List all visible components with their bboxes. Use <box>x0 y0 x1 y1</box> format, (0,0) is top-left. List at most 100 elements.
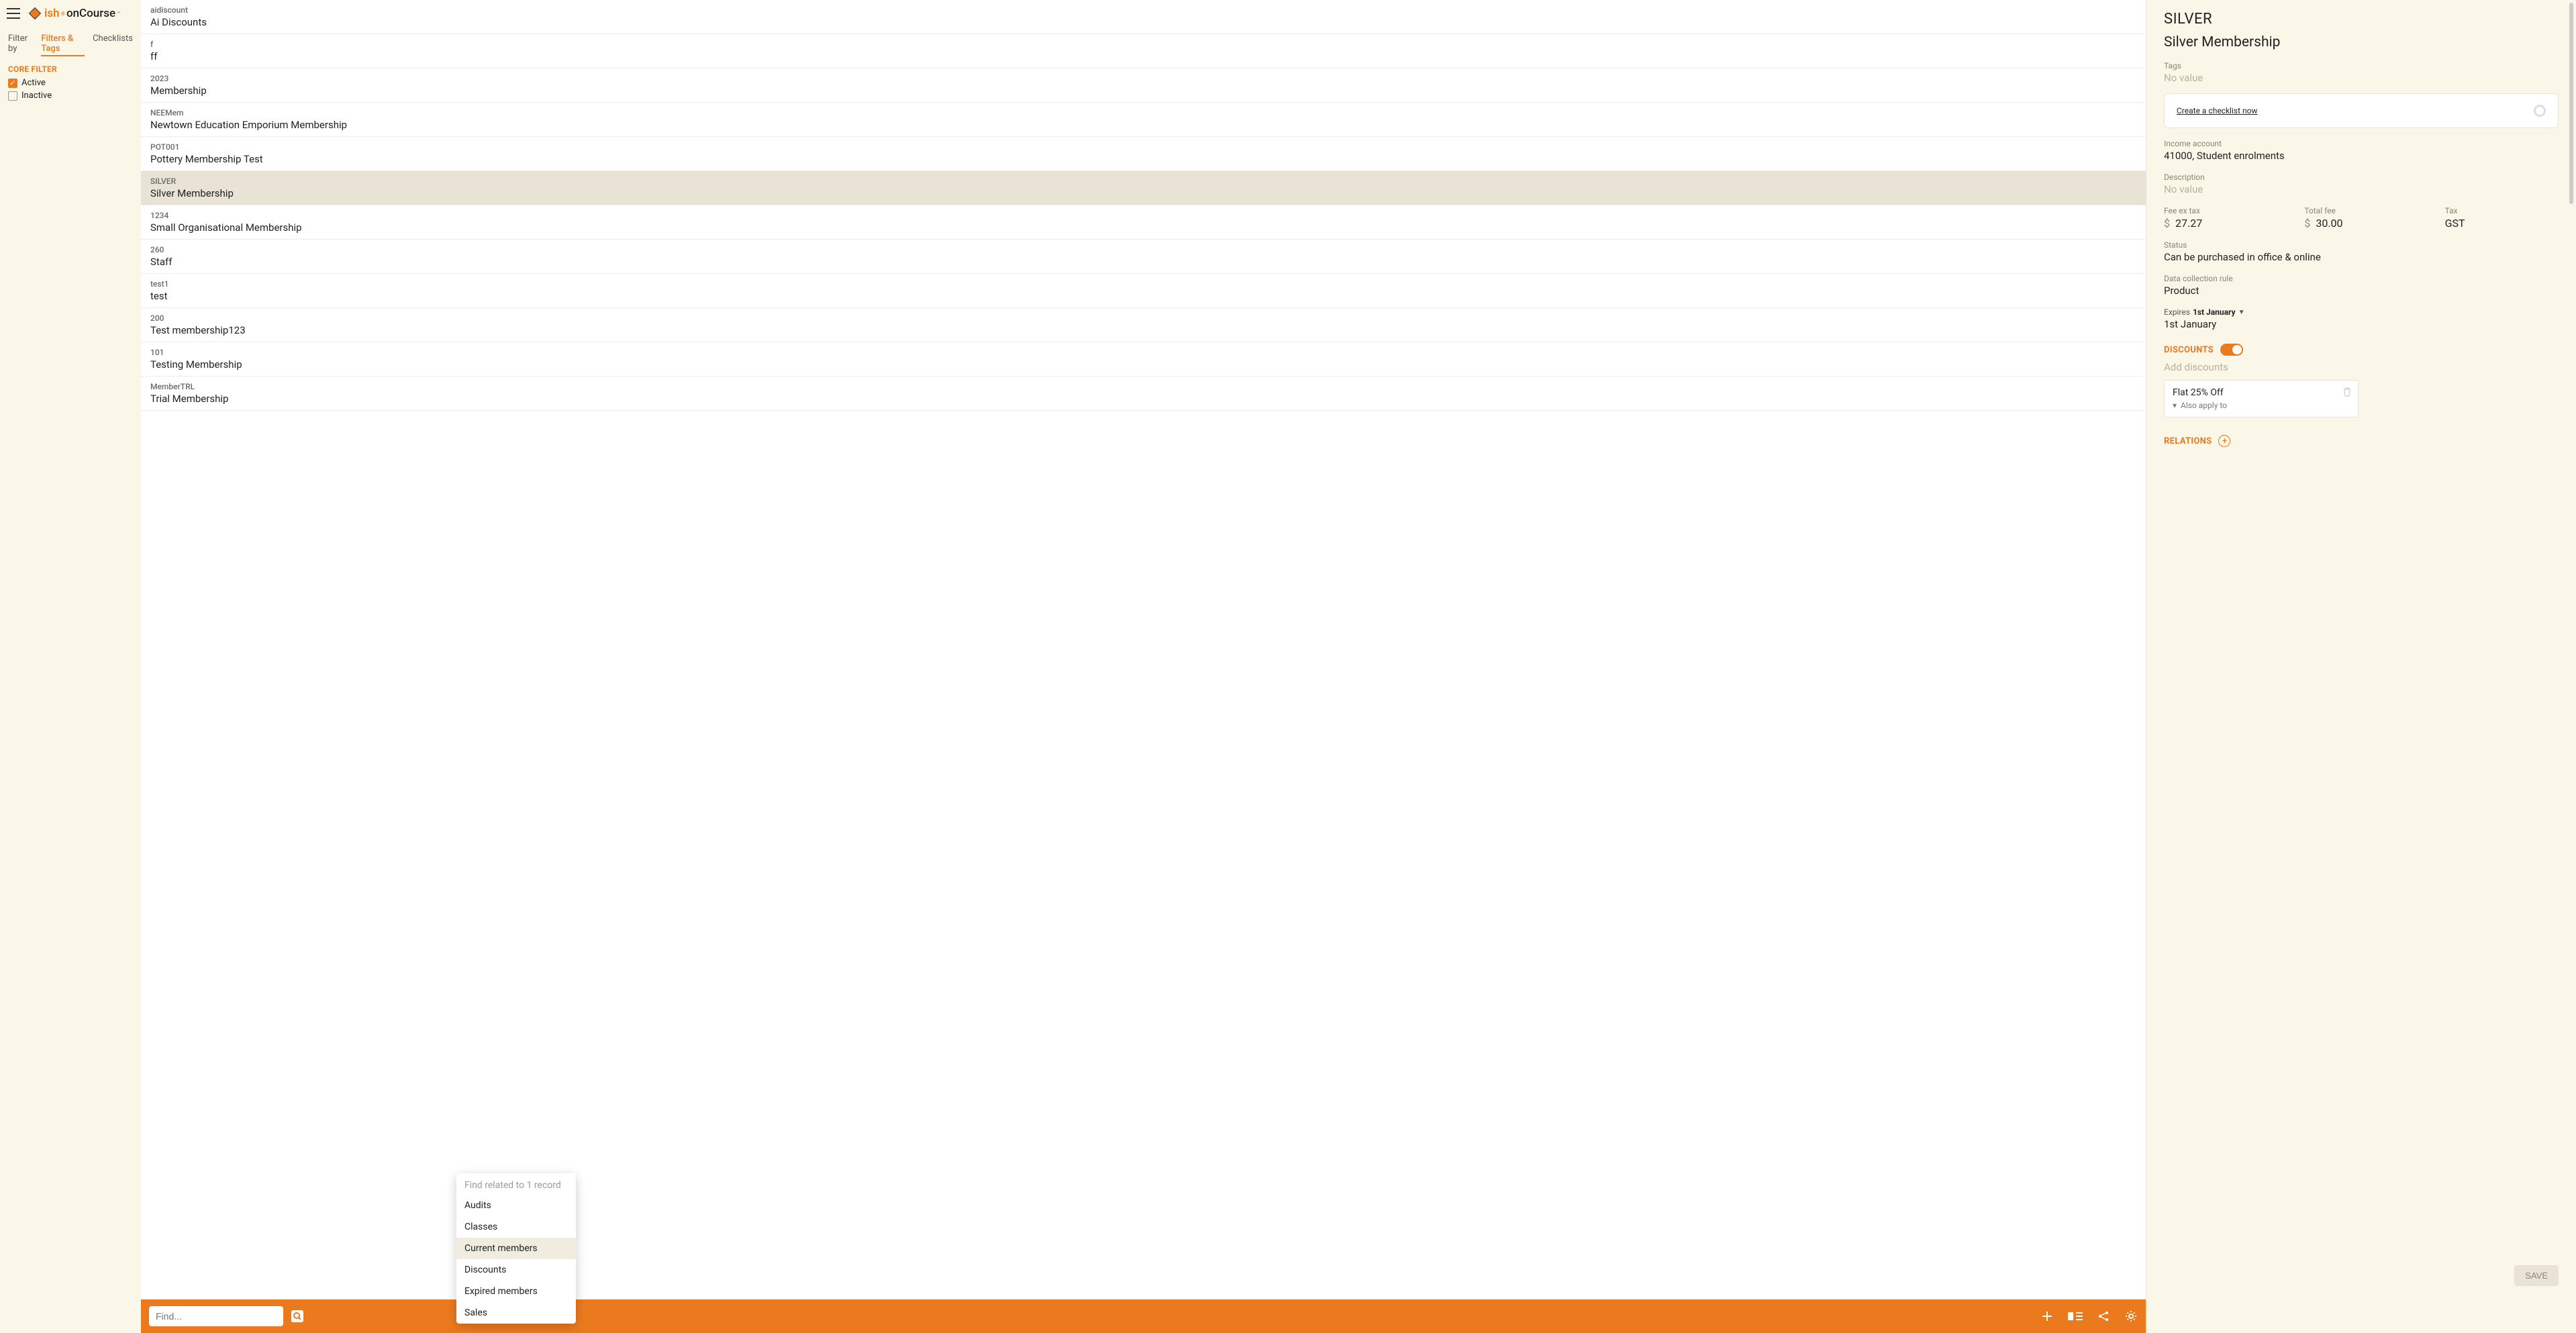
row-code: MemberTRL <box>150 382 2136 391</box>
add-discounts[interactable]: Add discounts <box>2164 361 2559 373</box>
checkbox-checked-icon[interactable]: ✓ <box>8 79 17 88</box>
detail-name: Silver Membership <box>2164 34 2559 50</box>
list-row[interactable]: NEEMem Newtown Education Emporium Members… <box>141 103 2146 137</box>
desc-label: Description <box>2164 172 2559 182</box>
share-icon[interactable] <box>2097 1310 2110 1322</box>
row-name: Trial Membership <box>150 393 2136 405</box>
membership-list: aidiscountAi Discountsfff2023MembershipN… <box>141 0 2146 1299</box>
center-column: aidiscountAi Discountsfff2023MembershipN… <box>141 0 2146 1333</box>
list-row[interactable]: aidiscountAi Discounts <box>141 0 2146 34</box>
checklist-box: Create a checklist now <box>2164 93 2559 128</box>
status-value[interactable]: Can be purchased in office & online <box>2164 251 2559 263</box>
list-row[interactable]: 1234Small Organisational Membership <box>141 205 2146 240</box>
filter-active-label: Active <box>21 78 46 88</box>
logo-icon <box>27 5 43 21</box>
add-icon[interactable] <box>2041 1310 2053 1322</box>
row-name: Testing Membership <box>150 358 2136 371</box>
expires-selector[interactable]: Expires 1st January ▼ <box>2164 307 2559 317</box>
search-wrapper <box>149 1306 283 1326</box>
row-code: SILVER <box>150 177 2136 186</box>
total-label: Total fee <box>2304 206 2418 215</box>
tab-checklists[interactable]: Checklists <box>93 34 133 56</box>
detail-code: SILVER <box>2164 11 2559 28</box>
tax-value[interactable]: GST <box>2445 217 2559 230</box>
expires-value[interactable]: 1st January <box>2164 318 2559 330</box>
popup-item[interactable]: Classes <box>456 1216 576 1238</box>
trash-icon[interactable] <box>2343 387 2351 397</box>
row-name: Small Organisational Membership <box>150 221 2136 234</box>
list-row[interactable]: test1test <box>141 274 2146 308</box>
total-value[interactable]: $30.00 <box>2304 217 2418 230</box>
row-code: f <box>150 40 2136 49</box>
list-row[interactable]: fff <box>141 34 2146 68</box>
row-name: Test membership123 <box>150 324 2136 336</box>
list-row[interactable]: SILVERSilver Membership <box>141 171 2146 205</box>
income-value[interactable]: 41000, Student enrolments <box>2164 150 2559 162</box>
row-code: NEEMem <box>150 108 2136 117</box>
row-code: POT001 <box>150 142 2136 152</box>
create-checklist-link[interactable]: Create a checklist now <box>2177 106 2257 115</box>
desc-value[interactable]: No value <box>2164 183 2559 195</box>
chevron-down-icon[interactable]: ▾ <box>2173 401 2177 410</box>
tab-filter-by[interactable]: Filter by <box>8 34 33 56</box>
fee-ex-label: Fee ex tax <box>2164 206 2277 215</box>
relations-title: RELATIONS <box>2164 436 2212 446</box>
popup-item[interactable]: Discounts <box>456 1259 576 1281</box>
row-code: 200 <box>150 313 2136 323</box>
row-code: test1 <box>150 279 2136 289</box>
row-name: test <box>150 290 2136 302</box>
list-row[interactable]: 101Testing Membership <box>141 342 2146 377</box>
dcr-value[interactable]: Product <box>2164 285 2559 297</box>
row-code: 1234 <box>150 211 2136 220</box>
gear-icon[interactable] <box>2124 1310 2138 1323</box>
discounts-title: DISCOUNTS <box>2164 345 2214 355</box>
popup-item[interactable]: Audits <box>456 1195 576 1216</box>
tags-value[interactable]: No value <box>2164 72 2559 84</box>
list-row[interactable]: 200Test membership123 <box>141 308 2146 342</box>
save-button[interactable]: SAVE <box>2514 1265 2559 1286</box>
tags-label: Tags <box>2164 61 2559 70</box>
row-name: Ai Discounts <box>150 16 2136 28</box>
popup-title: Find related to 1 record <box>456 1173 576 1195</box>
filter-active[interactable]: ✓ Active <box>8 77 133 89</box>
row-name: Pottery Membership Test <box>150 153 2136 165</box>
dcr-label: Data collection rule <box>2164 274 2559 283</box>
scrollbar[interactable] <box>2567 0 2576 1333</box>
row-code: 260 <box>150 245 2136 254</box>
discount-card-title: Flat 25% Off <box>2173 387 2350 398</box>
bottom-bar <box>141 1299 2146 1333</box>
core-filter-title: CORE FILTER <box>8 64 133 74</box>
fee-ex-value[interactable]: $27.27 <box>2164 217 2277 230</box>
popup-item[interactable]: Sales <box>456 1302 576 1324</box>
search-input[interactable] <box>156 1311 277 1322</box>
row-code: aidiscount <box>150 5 2136 15</box>
filter-inactive-label: Inactive <box>21 91 52 101</box>
menu-icon[interactable] <box>7 8 20 19</box>
list-row[interactable]: POT001Pottery Membership Test <box>141 137 2146 171</box>
list-row[interactable]: MemberTRL Trial Membership <box>141 377 2146 411</box>
row-name: ff <box>150 50 2136 62</box>
find-related-popup: Find related to 1 record AuditsClassesCu… <box>456 1173 576 1324</box>
row-name: Newtown Education Emporium Membership <box>150 119 2136 131</box>
income-label: Income account <box>2164 139 2559 148</box>
progress-circle-icon <box>2534 105 2546 117</box>
row-name: Staff <box>150 256 2136 268</box>
list-row[interactable]: 2023Membership <box>141 68 2146 103</box>
popup-item[interactable]: Expired members <box>456 1281 576 1302</box>
tab-filters-tags[interactable]: Filters & Tags <box>41 34 85 56</box>
discount-card[interactable]: Flat 25% Off ▾ Also apply to <box>2164 380 2359 417</box>
view-mode-icon[interactable] <box>2068 1311 2083 1322</box>
detail-panel: SILVER Silver Membership Tags No value C… <box>2146 0 2576 1333</box>
row-code: 101 <box>150 348 2136 357</box>
row-name: Membership <box>150 85 2136 97</box>
discount-card-sub: Also apply to <box>2181 401 2227 410</box>
chevron-down-icon: ▼ <box>2238 309 2245 316</box>
add-relation-icon[interactable]: + <box>2218 435 2230 447</box>
discounts-toggle[interactable] <box>2220 344 2243 356</box>
logo-ish: ish <box>44 7 60 20</box>
filter-inactive[interactable]: Inactive <box>8 89 133 102</box>
list-row[interactable]: 260 Staff <box>141 240 2146 274</box>
checkbox-icon[interactable] <box>8 91 17 101</box>
find-related-icon[interactable] <box>290 1309 305 1324</box>
popup-item[interactable]: Current members <box>456 1238 576 1259</box>
